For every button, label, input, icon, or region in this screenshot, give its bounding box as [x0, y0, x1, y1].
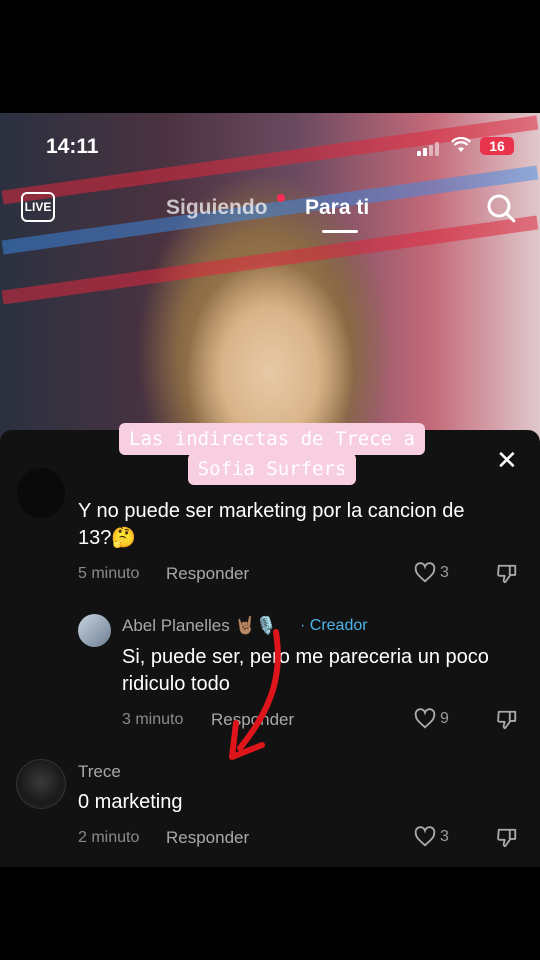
close-icon[interactable]: ✕ [496, 447, 518, 473]
video-caption: Las indirectas de Trece a Sofia Surfers [114, 423, 430, 485]
creator-badge: · Creador [300, 617, 368, 634]
comment-line: Si, puede ser, pero me pareceria un poco [122, 646, 489, 668]
comment-text: Y no puede ser marketing por la cancion … [78, 498, 465, 552]
comment-text: 0 marketing [78, 789, 183, 816]
avatar[interactable] [16, 759, 66, 809]
tab-for-you[interactable]: Para ti [305, 196, 369, 220]
battery-indicator: 16 [480, 137, 514, 155]
heart-icon [414, 562, 436, 583]
notification-dot [277, 194, 285, 202]
signal-icon [417, 140, 443, 156]
avatar[interactable] [78, 614, 111, 647]
heart-icon [414, 708, 436, 729]
comment-line: 0 marketing [78, 791, 183, 813]
reply-button[interactable]: Responder [166, 564, 249, 584]
comment-line: ridiculo todo [122, 673, 230, 695]
dislike-icon[interactable] [496, 827, 518, 849]
dislike-icon[interactable] [496, 709, 518, 731]
status-bar: 14:11 16 [0, 132, 540, 162]
heart-icon [414, 826, 436, 847]
comment-username[interactable]: Abel Planelles 🤘🏽🎙️ [122, 616, 277, 636]
comment-text: Si, puede ser, pero me pareceria un poco… [122, 644, 489, 698]
avatar[interactable] [17, 468, 65, 518]
video-frame[interactable] [0, 113, 540, 443]
live-label: LIVE [24, 200, 52, 214]
like-count: 3 [440, 564, 449, 581]
comment-line: 13?🤔 [78, 527, 137, 549]
active-tab-indicator [322, 230, 358, 233]
wifi-icon [451, 136, 471, 158]
status-time: 14:11 [46, 135, 99, 158]
tab-following[interactable]: Siguiendo [166, 196, 268, 220]
comment-time: 2 minuto [78, 829, 140, 846]
dislike-icon[interactable] [496, 563, 518, 585]
caption-line: Sofia Surfers [187, 453, 357, 485]
bottom-bar [0, 867, 540, 960]
top-navigation: LIVE Siguiendo Para ti [0, 190, 540, 236]
like-count: 3 [440, 828, 449, 845]
caption-line: Las indirectas de Trece a [119, 423, 425, 455]
live-icon[interactable]: LIVE [21, 192, 55, 222]
like-button[interactable]: 3 [414, 826, 449, 848]
comment-line: Y no puede ser marketing por la cancion … [78, 500, 465, 522]
search-icon[interactable] [485, 192, 517, 224]
reply-button[interactable]: Responder [211, 710, 294, 730]
comment-username[interactable]: Trece [78, 762, 121, 782]
comment-time: 3 minuto [122, 711, 184, 728]
like-button[interactable]: 3 [414, 562, 449, 584]
comment-time: 5 minuto [78, 565, 140, 582]
like-count: 9 [440, 710, 449, 727]
reply-button[interactable]: Responder [166, 828, 249, 848]
like-button[interactable]: 9 [414, 708, 449, 730]
